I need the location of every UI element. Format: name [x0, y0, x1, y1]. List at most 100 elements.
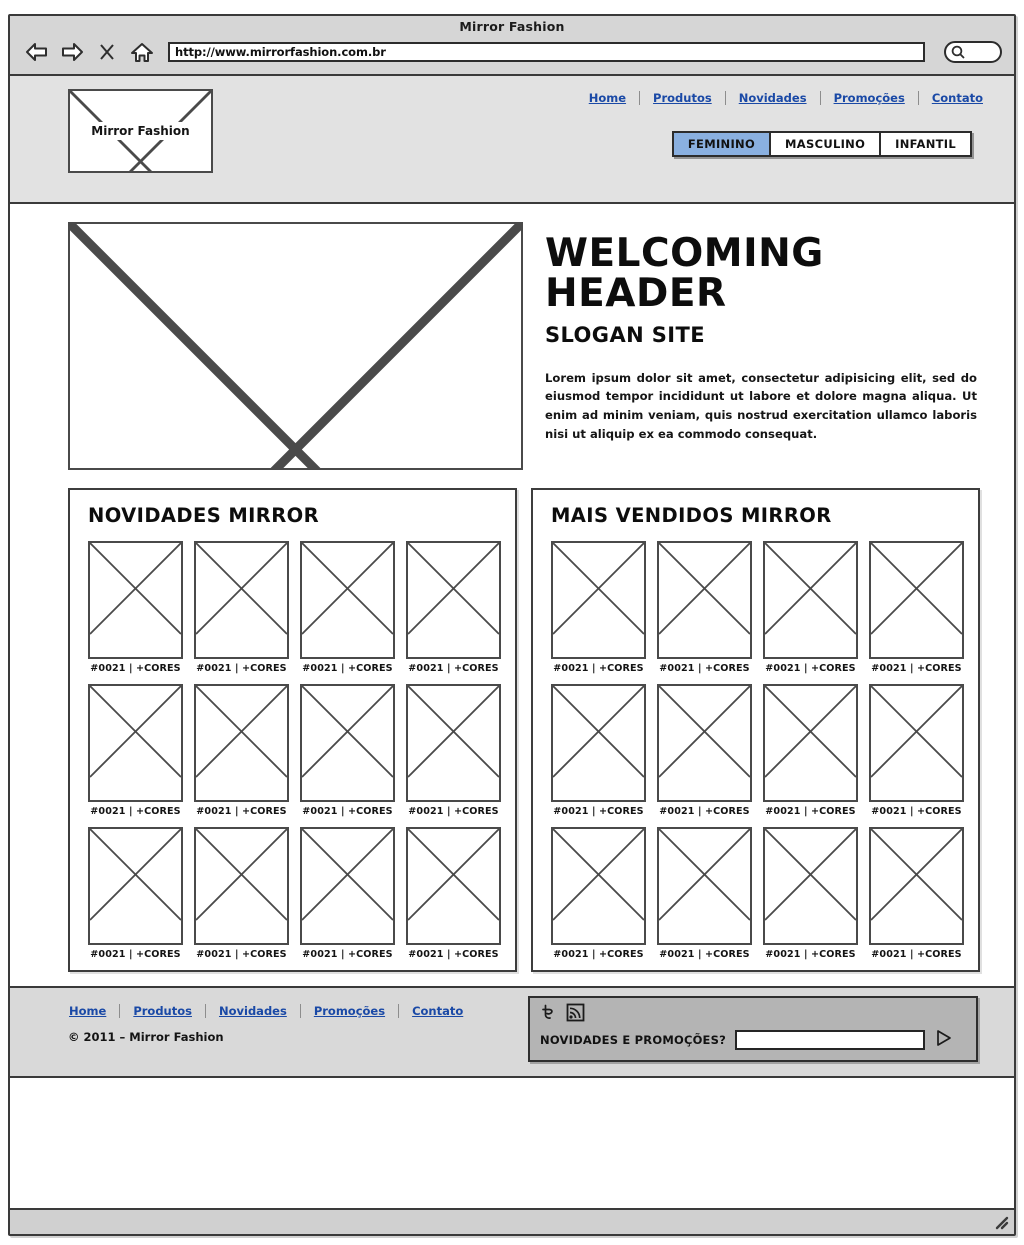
product-thumbnail — [300, 541, 395, 659]
product-label: #0021 | +CORES — [553, 663, 644, 674]
nav-item-contato[interactable]: Contato — [919, 91, 996, 105]
tab-masculino[interactable]: MASCULINO — [769, 131, 882, 157]
product-item[interactable]: #0021 | +CORES — [194, 827, 289, 960]
twitter-icon[interactable] — [540, 1003, 559, 1026]
product-thumbnail — [194, 541, 289, 659]
url-text: http://www.mirrorfashion.com.br — [175, 45, 386, 59]
rss-icon[interactable] — [566, 1003, 585, 1026]
product-thumbnail — [406, 684, 501, 802]
product-label: #0021 | +CORES — [196, 663, 287, 674]
product-item[interactable]: #0021 | +CORES — [406, 827, 501, 960]
footer-nav-item-produtos[interactable]: Produtos — [120, 1004, 205, 1018]
product-thumbnail — [194, 684, 289, 802]
tab-infantil[interactable]: INFANTIL — [879, 131, 972, 157]
product-label: #0021 | +CORES — [765, 663, 856, 674]
site-logo[interactable]: Mirror Fashion — [68, 89, 213, 173]
back-arrow-icon[interactable] — [24, 41, 50, 63]
product-panels: NOVIDADES MIRROR #0021 | +CORES #0021 | … — [10, 480, 1014, 972]
product-item[interactable]: #0021 | +CORES — [194, 541, 289, 674]
logo-image-placeholder: Mirror Fashion — [68, 89, 213, 173]
browser-search-box[interactable] — [944, 41, 1002, 63]
panel-novidades: NOVIDADES MIRROR #0021 | +CORES #0021 | … — [68, 488, 517, 972]
footer-nav-item-home[interactable]: Home — [56, 1004, 119, 1018]
submit-triangle-icon[interactable] — [934, 1028, 954, 1052]
header-nav: Home Produtos Novidades Promoções Contat… — [576, 91, 996, 105]
product-item[interactable]: #0021 | +CORES — [406, 541, 501, 674]
hero-image — [68, 222, 523, 470]
product-label: #0021 | +CORES — [659, 806, 750, 817]
product-item[interactable]: #0021 | +CORES — [406, 684, 501, 817]
product-item[interactable]: #0021 | +CORES — [657, 827, 752, 960]
footer-nav-item-novidades[interactable]: Novidades — [206, 1004, 300, 1018]
newsletter-input[interactable] — [734, 1030, 925, 1050]
product-item[interactable]: #0021 | +CORES — [869, 827, 964, 960]
panel-mais-vendidos: MAIS VENDIDOS MIRROR #0021 | +CORES #002… — [531, 488, 980, 972]
product-label: #0021 | +CORES — [553, 806, 644, 817]
placeholder-x-icon — [90, 829, 181, 921]
product-item[interactable]: #0021 | +CORES — [300, 827, 395, 960]
nav-item-produtos[interactable]: Produtos — [640, 91, 725, 105]
nav-item-home[interactable]: Home — [576, 91, 639, 105]
product-item[interactable]: #0021 | +CORES — [657, 684, 752, 817]
product-thumbnail — [763, 684, 858, 802]
product-item[interactable]: #0021 | +CORES — [88, 827, 183, 960]
site-footer: Home Produtos Novidades Promoções Contat… — [10, 986, 1014, 1078]
nav-item-novidades[interactable]: Novidades — [726, 91, 820, 105]
copyright-text: © 2011 – Mirror Fashion — [68, 1030, 224, 1044]
product-item[interactable]: #0021 | +CORES — [88, 684, 183, 817]
placeholder-x-icon — [408, 686, 499, 778]
footer-nav-item-contato[interactable]: Contato — [399, 1004, 476, 1018]
product-item[interactable]: #0021 | +CORES — [763, 541, 858, 674]
product-label: #0021 | +CORES — [765, 949, 856, 960]
nav-item-promocoes[interactable]: Promoções — [821, 91, 918, 105]
product-label: #0021 | +CORES — [871, 663, 962, 674]
placeholder-x-icon — [90, 686, 181, 778]
product-thumbnail — [551, 684, 646, 802]
product-label: #0021 | +CORES — [408, 663, 499, 674]
product-item[interactable]: #0021 | +CORES — [551, 541, 646, 674]
placeholder-x-icon — [196, 543, 287, 635]
product-item[interactable]: #0021 | +CORES — [763, 684, 858, 817]
product-item[interactable]: #0021 | +CORES — [300, 684, 395, 817]
footer-nav-item-promocoes[interactable]: Promoções — [301, 1004, 398, 1018]
placeholder-x-icon — [553, 543, 644, 635]
product-item[interactable]: #0021 | +CORES — [657, 541, 752, 674]
placeholder-x-icon — [659, 543, 750, 635]
resize-grip-icon[interactable] — [993, 1214, 1009, 1230]
home-icon[interactable] — [129, 41, 155, 63]
hero-slogan: SLOGAN SITE — [545, 322, 705, 347]
url-input[interactable]: http://www.mirrorfashion.com.br — [168, 42, 925, 62]
product-label: #0021 | +CORES — [302, 949, 393, 960]
tab-feminino[interactable]: FEMININO — [671, 131, 772, 157]
product-label: #0021 | +CORES — [871, 806, 962, 817]
browser-window: Mirror Fashion http://www.mirrorfashion.… — [8, 14, 1016, 1236]
hero-section: WELCOMING HEADER SLOGAN SITE Lorem ipsum… — [10, 204, 1014, 480]
product-item[interactable]: #0021 | +CORES — [551, 684, 646, 817]
product-item[interactable]: #0021 | +CORES — [763, 827, 858, 960]
product-thumbnail — [194, 827, 289, 945]
social-links — [540, 1003, 968, 1025]
product-thumbnail — [88, 684, 183, 802]
product-label: #0021 | +CORES — [553, 949, 644, 960]
forward-arrow-icon[interactable] — [59, 41, 85, 63]
placeholder-x-icon — [765, 829, 856, 921]
browser-status-bar — [10, 1208, 1014, 1234]
product-label: #0021 | +CORES — [196, 806, 287, 817]
placeholder-x-icon — [196, 686, 287, 778]
placeholder-x-icon — [70, 224, 521, 468]
placeholder-x-icon — [659, 686, 750, 778]
product-label: #0021 | +CORES — [659, 663, 750, 674]
product-item[interactable]: #0021 | +CORES — [869, 684, 964, 817]
category-tabs: FEMININO MASCULINO INFANTIL — [671, 131, 972, 157]
product-item[interactable]: #0021 | +CORES — [869, 541, 964, 674]
product-label: #0021 | +CORES — [408, 806, 499, 817]
close-x-icon[interactable] — [94, 41, 120, 63]
product-thumbnail — [300, 684, 395, 802]
placeholder-x-icon — [871, 829, 962, 921]
product-item[interactable]: #0021 | +CORES — [300, 541, 395, 674]
product-label: #0021 | +CORES — [408, 949, 499, 960]
footer-nav: Home Produtos Novidades Promoções Contat… — [56, 1004, 476, 1018]
product-item[interactable]: #0021 | +CORES — [194, 684, 289, 817]
product-item[interactable]: #0021 | +CORES — [88, 541, 183, 674]
product-item[interactable]: #0021 | +CORES — [551, 827, 646, 960]
